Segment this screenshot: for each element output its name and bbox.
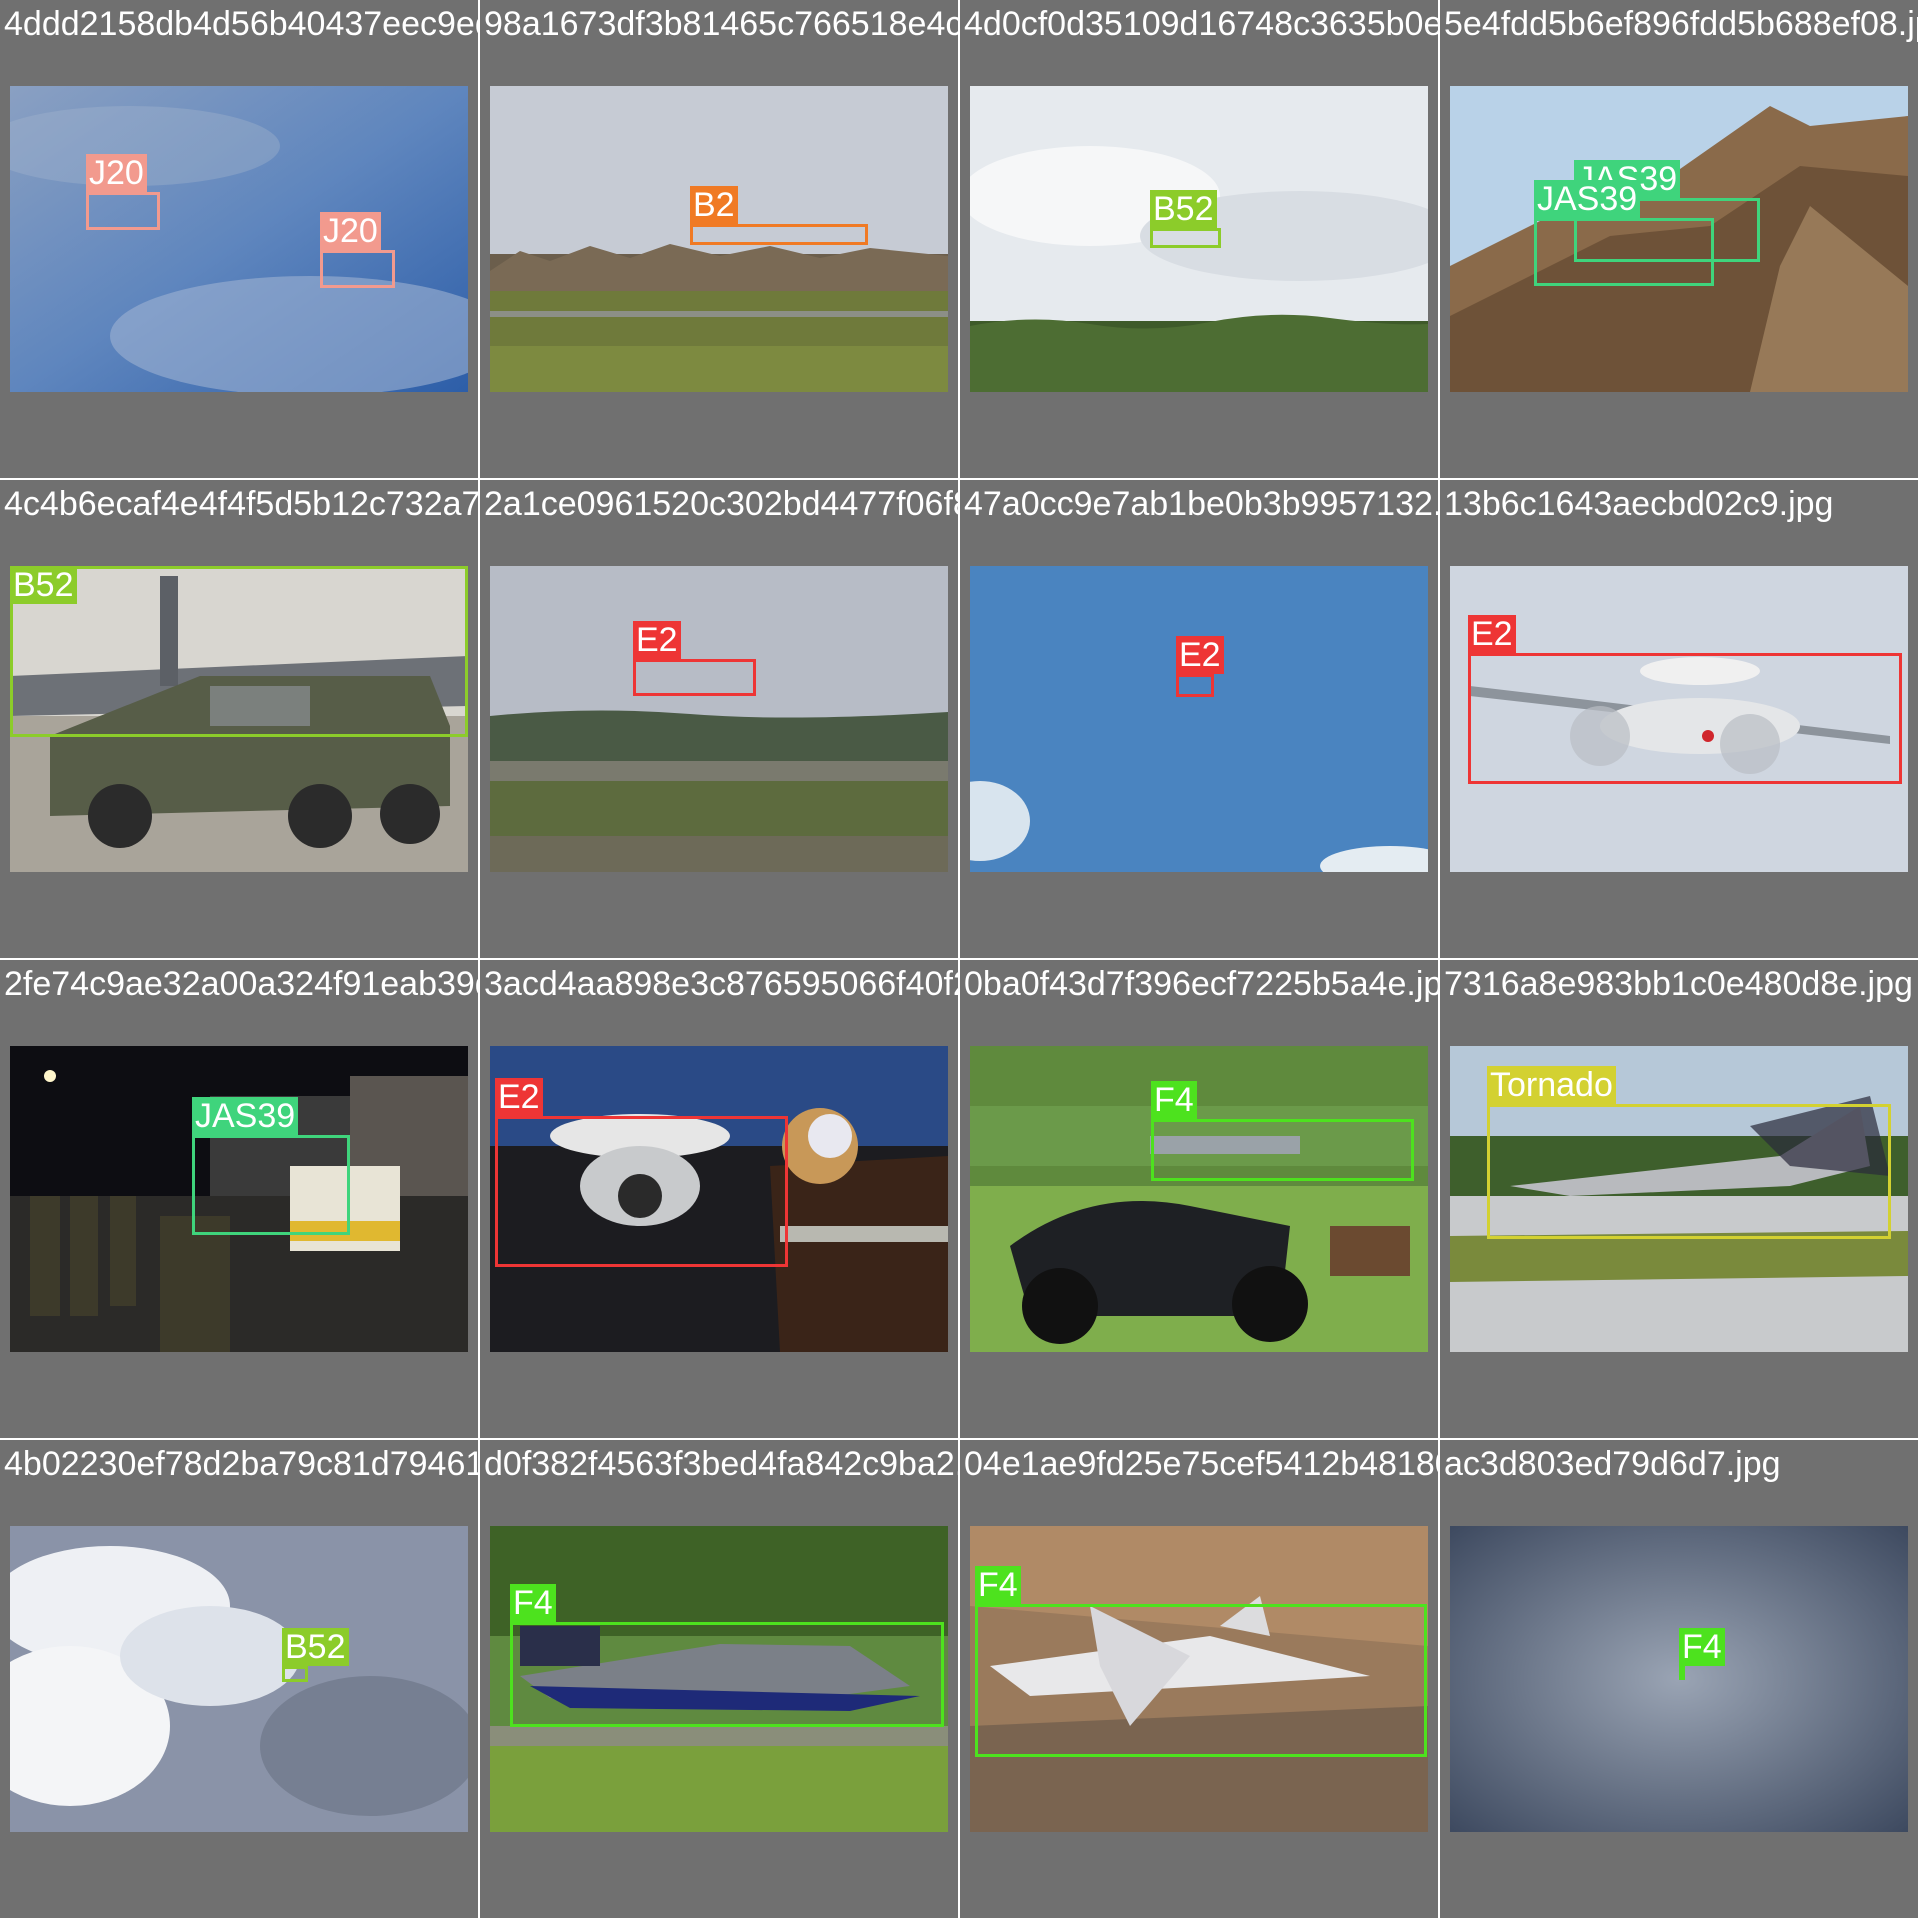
photo-park-motorcycle: F4 bbox=[970, 1046, 1428, 1352]
detection-grid: 4ddd2158db4d56b40437eec9edf92b2f.jpgJ20J… bbox=[0, 0, 1920, 1920]
photo-airfield-trees: B2 bbox=[490, 86, 948, 392]
detection-label: F4 bbox=[510, 1584, 556, 1622]
bounding-box-f4 bbox=[510, 1622, 944, 1727]
tile-filename: 2fe74c9ae32a00a324f91eab39d45bdf91.jpg bbox=[4, 965, 478, 1003]
tile-5: 4c4b6ecaf4e4f4f5d5b12c732a75ef97.jpg B52 bbox=[0, 480, 478, 958]
tile-filename: 7316a8e983bb1c0e480d8e.jpg bbox=[1444, 965, 1913, 1003]
tile-filename: 98a1673df3b81465c766518e4c.jpg bbox=[484, 5, 958, 43]
tile-12: 7316a8e983bb1c0e480d8e.jpg Tornado bbox=[1440, 960, 1918, 1438]
tile-2: 98a1673df3b81465c766518e4c.jpg B2 bbox=[480, 0, 958, 478]
tile-filename: ac3d803ed79d6d7.jpg bbox=[1444, 1445, 1781, 1483]
bounding-box-jas39 bbox=[192, 1135, 350, 1235]
detection-label: F4 bbox=[1151, 1081, 1197, 1119]
bounding-box-f4 bbox=[975, 1604, 1427, 1757]
detection-label: E2 bbox=[1468, 615, 1516, 653]
photo-f4-nato: F4 bbox=[490, 1526, 948, 1832]
bounding-box-f4 bbox=[1151, 1119, 1414, 1181]
photo-f4-desert: F4 bbox=[970, 1526, 1428, 1832]
photo-clear-sky: E2 bbox=[970, 566, 1428, 872]
detection-label: B52 bbox=[1150, 190, 1217, 228]
photo-carrier-deck: E2 bbox=[490, 1046, 948, 1352]
detection-label: B52 bbox=[10, 566, 77, 604]
detection-label: E2 bbox=[1176, 636, 1224, 674]
tile-filename: 0ba0f43d7f396ecf7225b5a4e.jpg bbox=[964, 965, 1438, 1003]
bounding-box-j20 bbox=[320, 250, 395, 288]
tile-filename: 4c4b6ecaf4e4f4f5d5b12c732a75ef97.jpg bbox=[4, 485, 478, 523]
bounding-box-jas39 bbox=[1534, 218, 1714, 286]
photo-night-soldiers: JAS39 bbox=[10, 1046, 468, 1352]
tile-13: 4b02230ef78d2ba79c81d79461472a39e.jpg B52 bbox=[0, 1440, 478, 1918]
bounding-box-j20 bbox=[86, 192, 160, 230]
bounding-box-e2 bbox=[1176, 674, 1214, 697]
tile-filename: 04e1ae9fd25e75cef5412b48180.jpg bbox=[964, 1445, 1438, 1483]
detection-label: F4 bbox=[975, 1566, 1021, 1604]
tile-filename: 5e4fdd5b6ef896fdd5b688ef08.jpg bbox=[1444, 5, 1918, 43]
photo-mountain: JAS39 JAS39 bbox=[1450, 86, 1908, 392]
tile-filename: d0f382f4563f3bed4fa842c9ba2.jpg bbox=[484, 1445, 958, 1483]
tile-filename: 2a1ce0961520c302bd4477f06f88b724.jpg bbox=[484, 485, 958, 523]
detection-label: B52 bbox=[282, 1628, 349, 1666]
tile-filename: 4d0cf0d35109d16748c3635b0ef6c543.jpg bbox=[964, 5, 1438, 43]
tile-7: 47a0cc9e7ab1be0b3b9957132.jpg E2 bbox=[960, 480, 1438, 958]
photo-truck-b52: B52 bbox=[10, 566, 468, 872]
detection-label: Tornado bbox=[1487, 1066, 1616, 1104]
tile-8: 13b6c1643aecbd02c9.jpg E2 bbox=[1440, 480, 1918, 958]
bounding-box-e2 bbox=[633, 659, 756, 696]
tile-filename: 4b02230ef78d2ba79c81d79461472a39e.jpg bbox=[4, 1445, 478, 1483]
bounding-box-e2 bbox=[1468, 653, 1902, 784]
photo-e2-closeup: E2 bbox=[1450, 566, 1908, 872]
bounding-box-b2 bbox=[690, 224, 868, 245]
tile-filename: 13b6c1643aecbd02c9.jpg bbox=[1444, 485, 1834, 523]
tile-6: 2a1ce0961520c302bd4477f06f88b724.jpg E2 bbox=[480, 480, 958, 958]
photo-forest-horizon: E2 bbox=[490, 566, 948, 872]
tile-4: 5e4fdd5b6ef896fdd5b688ef08.jpg JAS39 JAS39 bbox=[1440, 0, 1918, 478]
tile-15: 04e1ae9fd25e75cef5412b48180.jpg F4 bbox=[960, 1440, 1438, 1918]
bounding-box-b52 bbox=[1150, 228, 1221, 248]
bounding-box-e2 bbox=[495, 1116, 788, 1267]
detection-label: E2 bbox=[495, 1078, 543, 1116]
photo-sky-blue-haze: J20 J20 bbox=[10, 86, 468, 392]
tile-9: 2fe74c9ae32a00a324f91eab39d45bdf91.jpg JA… bbox=[0, 960, 478, 1438]
photo-tornado-runway: Tornado bbox=[1450, 1046, 1908, 1352]
bounding-box-b52 bbox=[10, 566, 468, 737]
photo-grey-sky: F4 bbox=[1450, 1526, 1908, 1832]
tile-3: 4d0cf0d35109d16748c3635b0ef6c543.jpg B52 bbox=[960, 0, 1438, 478]
tile-16: ac3d803ed79d6d7.jpg F4 bbox=[1440, 1440, 1918, 1918]
detection-label: J20 bbox=[86, 154, 147, 192]
tile-14: d0f382f4563f3bed4fa842c9ba2.jpg F4 bbox=[480, 1440, 958, 1918]
tile-10: 3acd4aa898e3c876595066f40f213.jpg E2 bbox=[480, 960, 958, 1438]
tile-1: 4ddd2158db4d56b40437eec9edf92b2f.jpgJ20J… bbox=[0, 0, 478, 478]
photo-cumulus: B52 bbox=[10, 1526, 468, 1832]
detection-label: B2 bbox=[690, 186, 738, 224]
bounding-box-b52 bbox=[282, 1666, 308, 1682]
detection-label: F4 bbox=[1679, 1628, 1725, 1666]
bounding-box-tornado bbox=[1487, 1104, 1891, 1239]
detection-label: J20 bbox=[320, 212, 381, 250]
bounding-box-f4 bbox=[1679, 1666, 1685, 1680]
tile-11: 0ba0f43d7f396ecf7225b5a4e.jpg F4 bbox=[960, 960, 1438, 1438]
detection-label: JAS39 bbox=[192, 1097, 299, 1135]
detection-label: JAS39 bbox=[1534, 180, 1641, 218]
tile-filename: 4ddd2158db4d56b40437eec9edf92b2f.jpg bbox=[4, 5, 478, 43]
tile-filename: 47a0cc9e7ab1be0b3b9957132.jpg bbox=[964, 485, 1438, 523]
detection-label: E2 bbox=[633, 621, 681, 659]
photo-cloudy-forest: B52 bbox=[970, 86, 1428, 392]
tile-filename: 3acd4aa898e3c876595066f40f213.jpg bbox=[484, 965, 958, 1003]
